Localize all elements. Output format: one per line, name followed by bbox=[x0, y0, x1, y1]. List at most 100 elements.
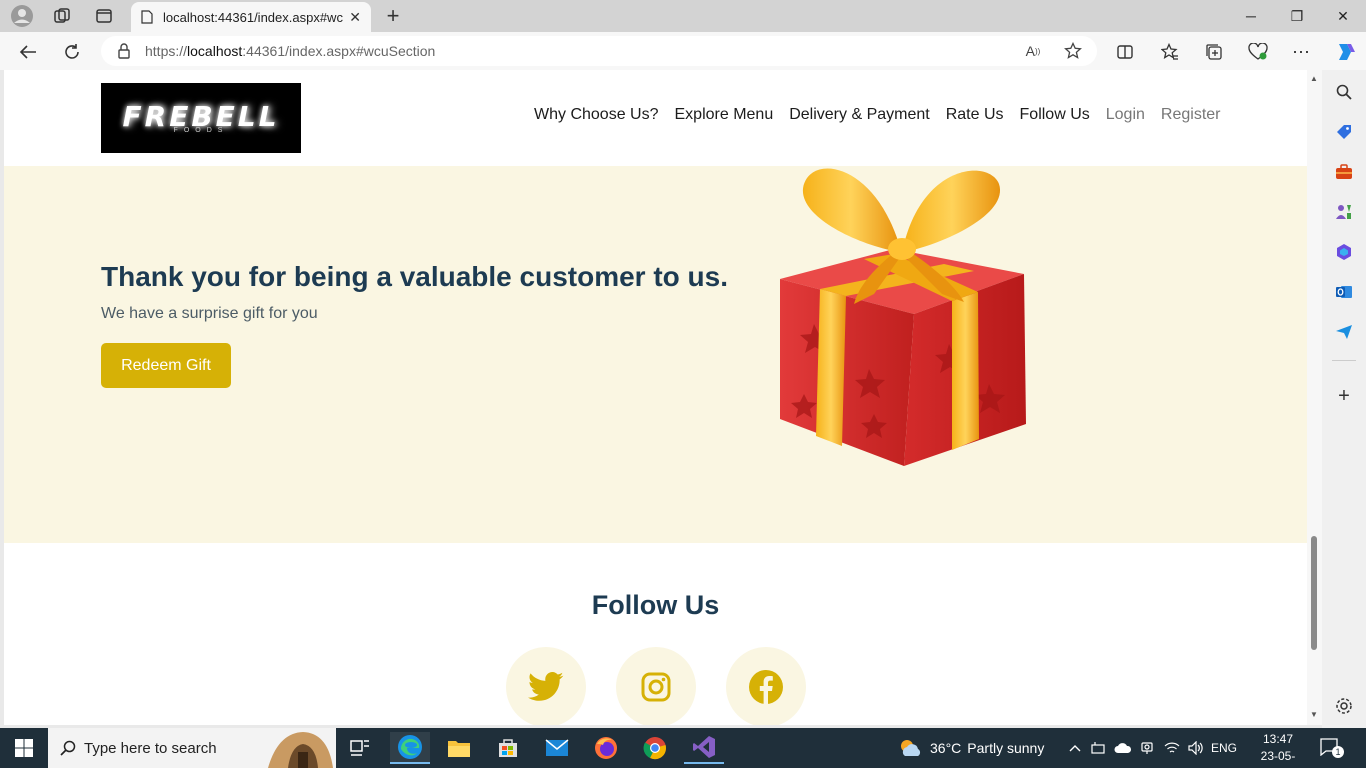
network-device-icon[interactable] bbox=[1089, 728, 1107, 768]
favorites-icon[interactable] bbox=[1157, 39, 1183, 65]
read-aloud-icon[interactable]: A)) bbox=[1022, 40, 1044, 62]
edge-taskbar-icon[interactable] bbox=[390, 732, 430, 764]
follow-section: Follow Us bbox=[4, 543, 1307, 725]
minimize-button[interactable]: ─ bbox=[1228, 0, 1274, 32]
scroll-up-icon[interactable]: ▲ bbox=[1310, 74, 1318, 83]
office-icon[interactable] bbox=[1334, 242, 1354, 262]
restore-button[interactable]: ❐ bbox=[1274, 0, 1320, 32]
profile-icon[interactable] bbox=[10, 4, 34, 28]
tab-title: localhost:44361/index.aspx#wcuS bbox=[163, 9, 344, 25]
send-icon[interactable] bbox=[1334, 322, 1354, 342]
gift-subtext: We have a surprise gift for you bbox=[101, 305, 318, 322]
main-nav: Why Choose Us? Explore Menu Delivery & P… bbox=[534, 106, 1236, 124]
weather-temp: 36°C bbox=[930, 740, 962, 756]
nav-explore-menu[interactable]: Explore Menu bbox=[675, 106, 774, 124]
page-scrollbar[interactable]: ▲ ▼ bbox=[1307, 70, 1322, 725]
instagram-icon bbox=[641, 672, 671, 702]
follow-heading: Follow Us bbox=[591, 590, 720, 620]
windows-taskbar: Type here to search 36°C Partly sunny EN… bbox=[0, 728, 1366, 768]
weather-widget[interactable]: 36°C Partly sunny bbox=[898, 728, 1044, 768]
browser-tabstrip: localhost:44361/index.aspx#wcuS ✕ + ─ ❐ … bbox=[0, 0, 1366, 32]
scroll-down-icon[interactable]: ▼ bbox=[1310, 710, 1318, 719]
site-logo[interactable]: FREBELL FOODS bbox=[101, 83, 301, 153]
url-rest: :44361/index.aspx#wcuSection bbox=[242, 43, 436, 59]
browser-essentials-icon[interactable] bbox=[1245, 39, 1271, 65]
start-button[interactable] bbox=[0, 728, 48, 768]
taskbar-clock[interactable]: 13:47 23-05-2024 bbox=[1248, 731, 1308, 768]
page-icon bbox=[141, 10, 153, 24]
refresh-button[interactable] bbox=[59, 39, 85, 65]
facebook-icon bbox=[749, 670, 783, 705]
chrome-icon[interactable] bbox=[635, 732, 675, 764]
edge-sidebar: + bbox=[1322, 70, 1366, 728]
clock-time: 13:47 bbox=[1262, 732, 1294, 746]
windows-icon bbox=[15, 739, 33, 757]
settings-more-icon[interactable]: ⋯ bbox=[1288, 39, 1314, 65]
page-viewport: FREBELL FOODS Why Choose Us? Explore Men… bbox=[4, 70, 1307, 725]
favorite-star-icon[interactable] bbox=[1062, 40, 1084, 62]
copilot-icon[interactable] bbox=[1331, 39, 1357, 65]
collections-icon[interactable] bbox=[1201, 39, 1227, 65]
nav-login[interactable]: Login bbox=[1106, 106, 1145, 124]
new-tab-button[interactable]: + bbox=[381, 3, 405, 28]
search-icon bbox=[60, 740, 76, 756]
url-text: https://localhost:44361/index.aspx#wcuSe… bbox=[145, 43, 435, 59]
lock-icon[interactable] bbox=[117, 43, 131, 59]
notification-badge: 1 bbox=[1332, 746, 1344, 758]
notification-center-icon[interactable]: 1 bbox=[1320, 738, 1346, 758]
tab-actions-icon[interactable] bbox=[92, 4, 116, 28]
firefox-icon[interactable] bbox=[586, 732, 626, 764]
partly-sunny-icon bbox=[901, 740, 921, 756]
workspaces-icon[interactable] bbox=[50, 4, 74, 28]
shopping-tag-icon[interactable] bbox=[1334, 122, 1354, 142]
search-icon[interactable] bbox=[1334, 82, 1354, 102]
nav-delivery-payment[interactable]: Delivery & Payment bbox=[789, 106, 930, 124]
url-host: localhost bbox=[187, 43, 243, 59]
sidebar-divider bbox=[1332, 360, 1356, 361]
outlook-icon[interactable] bbox=[1334, 282, 1354, 302]
camera-icon[interactable] bbox=[1138, 728, 1156, 768]
task-view-icon[interactable] bbox=[340, 732, 380, 764]
microsoft-store-icon[interactable] bbox=[488, 732, 528, 764]
scroll-thumb[interactable] bbox=[1311, 536, 1317, 650]
nav-rate-us[interactable]: Rate Us bbox=[946, 106, 1004, 124]
close-window-button[interactable]: ✕ bbox=[1320, 0, 1366, 32]
gift-box-image bbox=[780, 168, 1026, 466]
mail-icon[interactable] bbox=[537, 732, 577, 764]
gift-heading: Thank you for being a valuable customer … bbox=[101, 261, 729, 292]
add-icon[interactable]: + bbox=[1334, 385, 1354, 407]
file-explorer-icon[interactable] bbox=[439, 732, 479, 764]
sidebar-settings-icon[interactable] bbox=[1334, 696, 1354, 716]
gift-section: Thank you for being a valuable customer … bbox=[4, 166, 1307, 543]
language-indicator[interactable]: ENG bbox=[1210, 728, 1238, 768]
clock-date: 23-05-2024 bbox=[1260, 749, 1296, 768]
volume-icon[interactable] bbox=[1186, 728, 1206, 768]
back-button[interactable] bbox=[15, 39, 41, 65]
site-header: FREBELL FOODS Why Choose Us? Explore Men… bbox=[4, 70, 1307, 166]
address-bar[interactable]: https://localhost:44361/index.aspx#wcuSe… bbox=[101, 36, 1097, 66]
visual-studio-icon[interactable] bbox=[684, 732, 724, 764]
facebook-link[interactable] bbox=[726, 647, 806, 725]
instagram-link[interactable] bbox=[616, 647, 696, 725]
logo-subtext: FOODS bbox=[173, 126, 229, 134]
chevron-up-icon[interactable] bbox=[1066, 728, 1084, 768]
active-tab[interactable]: localhost:44361/index.aspx#wcuS ✕ bbox=[131, 2, 371, 32]
twitter-link[interactable] bbox=[506, 647, 586, 725]
close-tab-icon[interactable]: ✕ bbox=[349, 9, 361, 26]
tools-icon[interactable] bbox=[1334, 162, 1354, 182]
nav-register[interactable]: Register bbox=[1161, 106, 1221, 124]
split-screen-icon[interactable] bbox=[1112, 39, 1138, 65]
nav-follow-us[interactable]: Follow Us bbox=[1020, 106, 1090, 124]
url-prefix: https:// bbox=[145, 43, 188, 59]
search-highlight-image bbox=[268, 732, 333, 768]
onedrive-icon[interactable] bbox=[1113, 728, 1133, 768]
weather-condition: Partly sunny bbox=[967, 740, 1045, 756]
taskbar-search[interactable]: Type here to search bbox=[48, 728, 336, 768]
search-placeholder: Type here to search bbox=[84, 739, 217, 757]
browser-toolbar: https://localhost:44361/index.aspx#wcuSe… bbox=[0, 32, 1366, 70]
games-icon[interactable] bbox=[1334, 202, 1354, 222]
redeem-gift-button[interactable]: Redeem Gift bbox=[101, 343, 231, 388]
twitter-icon bbox=[528, 672, 564, 701]
nav-why-choose-us[interactable]: Why Choose Us? bbox=[534, 106, 659, 124]
wifi-icon[interactable] bbox=[1162, 728, 1182, 768]
